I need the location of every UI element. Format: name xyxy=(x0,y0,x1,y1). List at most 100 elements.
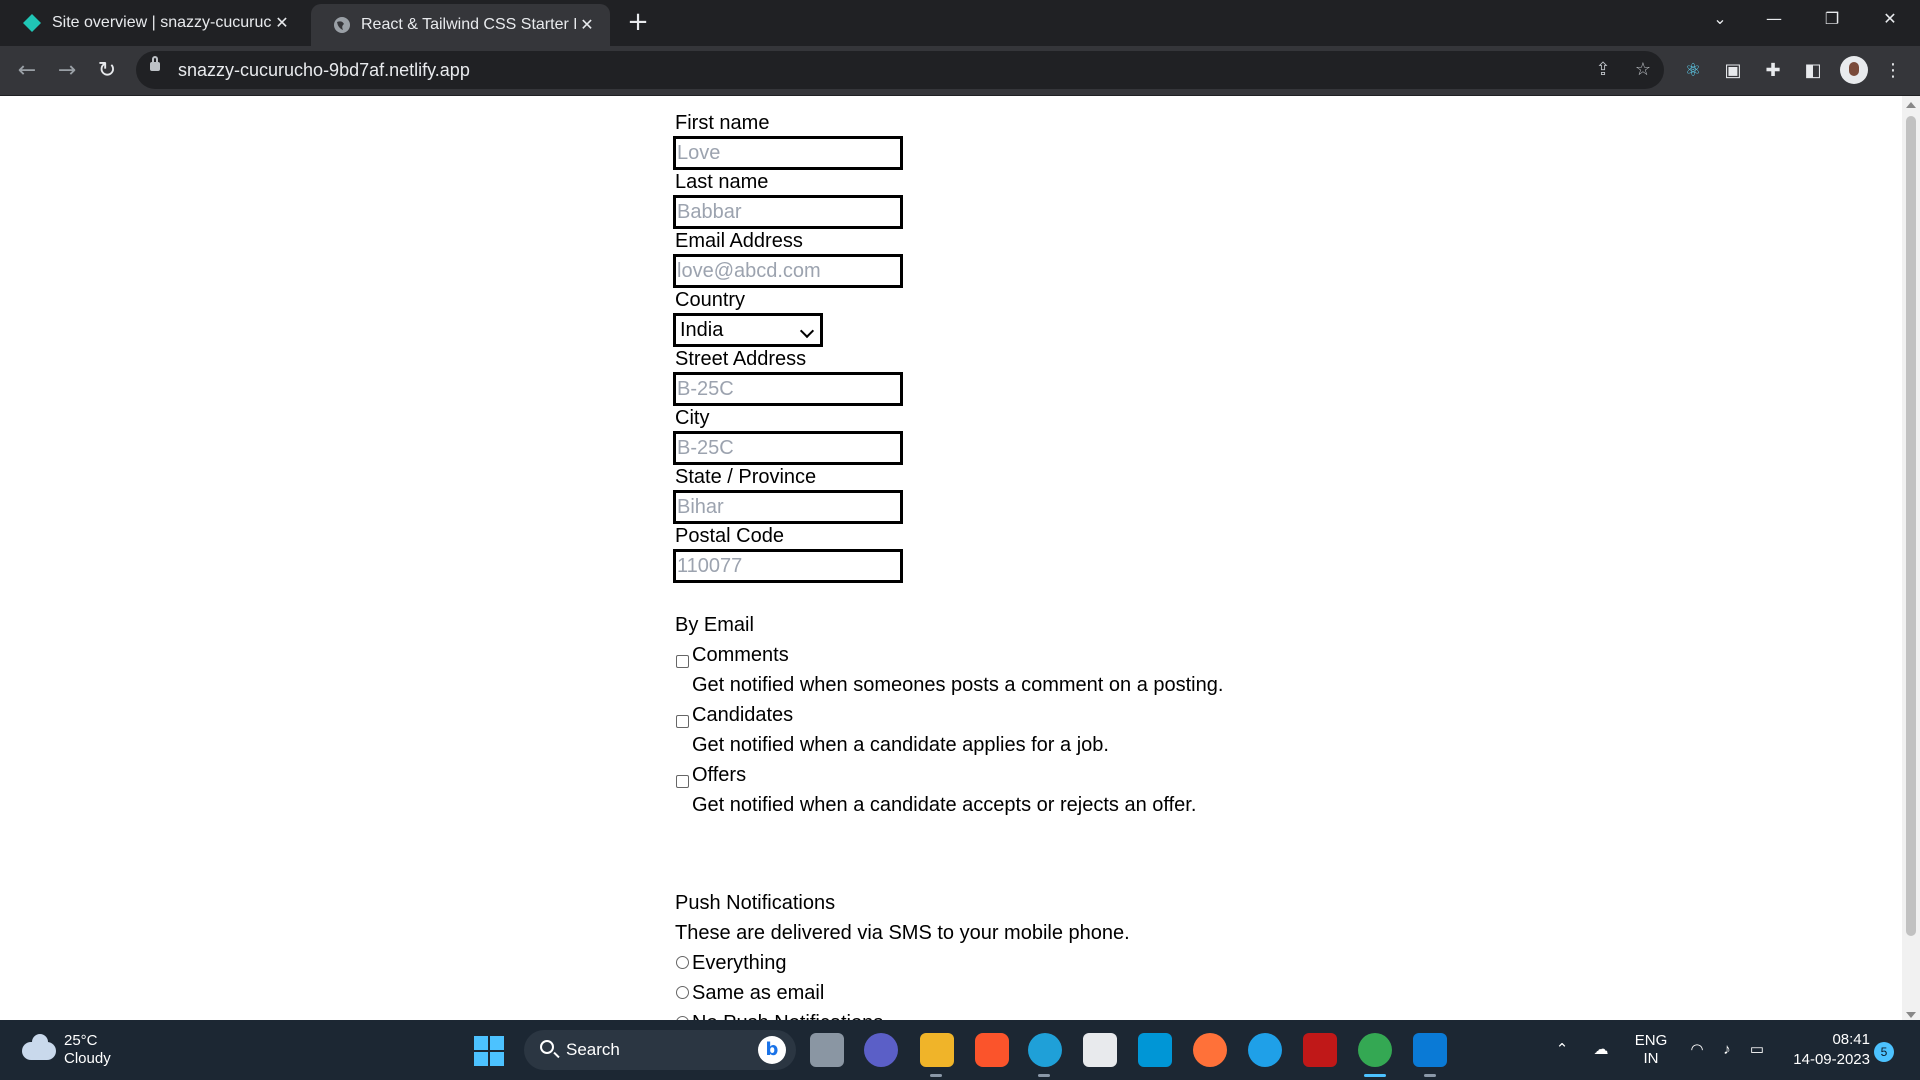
radio-same-as-email[interactable]: Same as email xyxy=(675,978,1375,1008)
file-explorer-icon[interactable] xyxy=(920,1033,954,1067)
offers-checkbox[interactable] xyxy=(676,775,689,788)
comments-checkbox[interactable] xyxy=(676,655,689,668)
email-field[interactable] xyxy=(673,254,903,288)
chat-icon[interactable] xyxy=(864,1033,898,1067)
new-tab-button[interactable]: + xyxy=(624,8,652,36)
address-bar[interactable]: snazzy-cucurucho-9bd7af.netlify.app ⇪ ☆ xyxy=(136,51,1664,89)
radio-everything[interactable]: Everything xyxy=(675,948,1375,978)
lock-icon[interactable] xyxy=(150,56,160,71)
url-text[interactable]: snazzy-cucurucho-9bd7af.netlify.app xyxy=(178,51,470,89)
chevron-up-icon[interactable]: ⌃ xyxy=(1550,1020,1574,1080)
first-name-field[interactable] xyxy=(673,136,903,170)
browser-toolbar: ← → ↻ snazzy-cucurucho-9bd7af.netlify.ap… xyxy=(0,46,1920,96)
close-window-button[interactable]: ✕ xyxy=(1870,0,1910,40)
scroll-down-icon[interactable] xyxy=(1906,1012,1916,1018)
bing-icon[interactable]: b xyxy=(758,1036,786,1064)
page-scrollbar[interactable] xyxy=(1902,96,1920,1020)
signup-form: First name Last name Email Address Count… xyxy=(673,110,1375,1020)
forward-icon[interactable]: → xyxy=(52,56,82,86)
running-indicator xyxy=(930,1074,942,1077)
chevron-down-icon xyxy=(799,323,815,339)
star-icon[interactable]: ☆ xyxy=(1628,55,1658,85)
search-label: Search xyxy=(566,1040,620,1059)
push-description: These are delivered via SMS to your mobi… xyxy=(675,922,1130,944)
close-tab-icon[interactable]: ✕ xyxy=(271,13,293,33)
windows-start-icon[interactable] xyxy=(474,1036,504,1066)
option-description: Get notified when someones posts a comme… xyxy=(692,674,1224,696)
avatar[interactable] xyxy=(1840,56,1868,84)
street-label: Street Address xyxy=(675,348,807,370)
last-name-field[interactable] xyxy=(673,195,903,229)
city-label: City xyxy=(675,407,710,429)
email-label: Email Address xyxy=(675,230,803,252)
language-indicator[interactable]: ENG IN xyxy=(1626,1020,1676,1080)
running-indicator xyxy=(1424,1074,1436,1077)
volume-icon[interactable]: ♪ xyxy=(1714,1020,1740,1080)
by-email-section: By Email Comments Get notified when some… xyxy=(675,610,1375,820)
globe-icon xyxy=(334,17,350,33)
radio-button[interactable] xyxy=(676,986,689,999)
back-icon[interactable]: ← xyxy=(12,56,42,86)
extensions-icon[interactable]: ✚ xyxy=(1758,56,1788,86)
state-field[interactable] xyxy=(673,490,903,524)
radio-label: No Push Notifications xyxy=(692,1012,883,1020)
wifi-icon[interactable]: ◠ xyxy=(1684,1020,1710,1080)
candidates-option[interactable]: Candidates Get notified when a candidate… xyxy=(675,700,1375,760)
state-label: State / Province xyxy=(675,466,817,488)
myhp-icon[interactable] xyxy=(1138,1033,1172,1067)
tab-strip: Site overview | snazzy-cucurucho ✕ React… xyxy=(0,0,1920,46)
street-field[interactable] xyxy=(673,372,903,406)
store-icon[interactable] xyxy=(1083,1033,1117,1067)
tab-react-tailwind[interactable]: React & Tailwind CSS Starter Pack ✕ xyxy=(311,4,610,46)
share-icon[interactable]: ⇪ xyxy=(1588,55,1618,85)
menu-icon[interactable]: ⋮ xyxy=(1878,56,1908,86)
candidates-checkbox[interactable] xyxy=(676,715,689,728)
scroll-thumb[interactable] xyxy=(1906,116,1916,936)
running-indicator xyxy=(1038,1074,1050,1077)
tab-search-chevron-icon[interactable]: ⌄ xyxy=(1700,0,1740,40)
edge-icon[interactable] xyxy=(1028,1033,1062,1067)
react-devtools-icon[interactable]: ⚛ xyxy=(1678,56,1708,86)
language-line1: ENG xyxy=(1634,1032,1668,1049)
help-icon[interactable] xyxy=(1248,1033,1282,1067)
onedrive-icon[interactable]: ☁ xyxy=(1588,1020,1614,1080)
city-field[interactable] xyxy=(673,431,903,465)
battery-icon[interactable]: ▭ xyxy=(1744,1020,1770,1080)
radio-button[interactable] xyxy=(676,956,689,969)
last-name-label: Last name xyxy=(675,171,769,193)
tab-site-overview[interactable]: Site overview | snazzy-cucurucho ✕ xyxy=(0,0,305,46)
option-label: Offers xyxy=(692,764,747,786)
radio-no-push[interactable]: No Push Notifications xyxy=(675,1008,1375,1020)
weather-desc: Cloudy xyxy=(64,1050,111,1067)
taskbar: 25°C Cloudy Search b ⌃ ☁ ENG IN ◠ ♪ ▭ 08… xyxy=(0,1020,1920,1080)
notification-badge[interactable]: 5 xyxy=(1874,1042,1894,1062)
radio-label: Same as email xyxy=(692,982,825,1004)
firefox-icon[interactable] xyxy=(1193,1033,1227,1067)
country-select[interactable]: India xyxy=(673,313,823,347)
offers-option[interactable]: Offers Get notified when a candidate acc… xyxy=(675,760,1375,820)
chrome-icon[interactable] xyxy=(1358,1033,1392,1067)
option-label: Candidates xyxy=(692,704,794,726)
push-section: Push Notifications These are delivered v… xyxy=(675,888,1375,1020)
media-icon[interactable]: ▣ xyxy=(1718,56,1748,86)
active-indicator xyxy=(1364,1074,1386,1077)
vscode-icon[interactable] xyxy=(1413,1033,1447,1067)
postal-field[interactable] xyxy=(673,549,903,583)
mcafee-icon[interactable] xyxy=(1303,1033,1337,1067)
task-view-icon[interactable] xyxy=(810,1033,844,1067)
scroll-up-icon[interactable] xyxy=(1906,102,1916,108)
reload-icon[interactable]: ↻ xyxy=(92,56,122,86)
first-name-label: First name xyxy=(675,112,770,134)
restore-button[interactable]: ❐ xyxy=(1812,0,1852,40)
tab-title: React & Tailwind CSS Starter Pack xyxy=(361,16,576,33)
by-email-title: By Email xyxy=(675,614,754,636)
weather-widget[interactable]: 25°C Cloudy xyxy=(22,1030,142,1070)
comments-option[interactable]: Comments Get notified when someones post… xyxy=(675,640,1375,700)
brave-icon[interactable] xyxy=(975,1033,1009,1067)
clock[interactable]: 08:41 14-09-2023 xyxy=(1780,1020,1870,1080)
taskbar-search[interactable]: Search b xyxy=(524,1030,796,1070)
minimize-button[interactable]: — xyxy=(1754,0,1794,40)
close-tab-icon[interactable]: ✕ xyxy=(576,15,598,35)
option-description: Get notified when a candidate applies fo… xyxy=(692,734,1109,756)
sidepanel-icon[interactable]: ◧ xyxy=(1798,56,1828,86)
